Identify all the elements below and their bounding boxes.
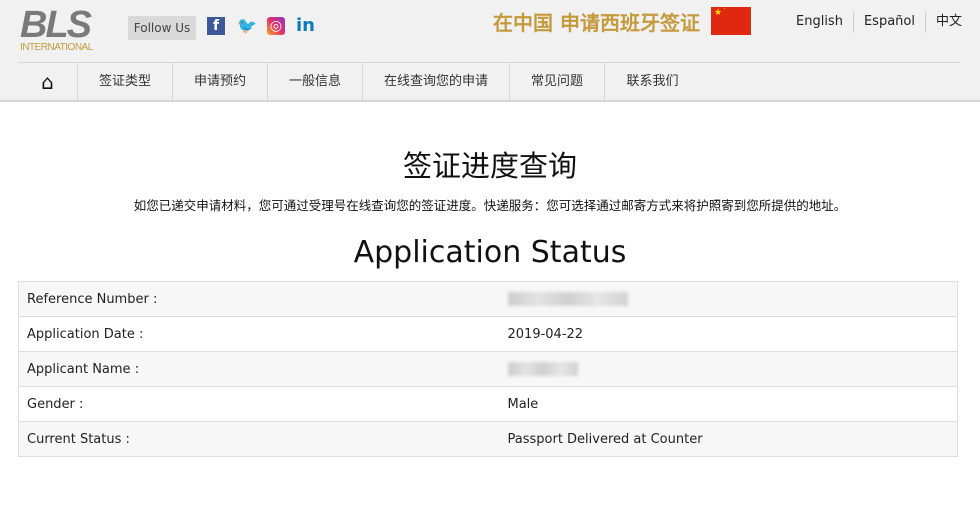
china-flag-icon: ★˙ xyxy=(711,7,751,35)
row-label: Current Status : xyxy=(18,421,508,457)
main-nav: ⌂ 签证类型 申请预约 一般信息 在线查询您的申请 常见问题 联系我们 xyxy=(18,62,960,101)
nav-track-application[interactable]: 在线查询您的申请 xyxy=(363,63,510,101)
nav-contact[interactable]: 联系我们 xyxy=(605,63,700,101)
applicant-name-value xyxy=(507,351,958,387)
table-row: Applicant Name : xyxy=(18,351,958,387)
nav-appointment[interactable]: 申请预约 xyxy=(173,63,268,101)
lang-espanol[interactable]: Español xyxy=(852,11,925,33)
reference-number-value xyxy=(507,281,958,317)
header: BLS INTERNATIONAL Follow Us f 🐦 ◎ in 在中国… xyxy=(0,0,980,102)
twitter-icon[interactable]: 🐦 xyxy=(237,17,257,35)
table-row: Application Date :2019-04-22 xyxy=(18,316,958,352)
slogan: 在中国 申请西班牙签证 xyxy=(493,11,700,35)
nav-faq[interactable]: 常见问题 xyxy=(510,63,605,101)
row-label: Gender : xyxy=(18,386,508,422)
nav-general-info[interactable]: 一般信息 xyxy=(268,63,363,101)
facebook-icon[interactable]: f xyxy=(207,17,225,35)
table-row: Gender : Male xyxy=(18,386,958,422)
follow-us-label: Follow Us xyxy=(128,16,196,40)
instagram-icon[interactable]: ◎ xyxy=(267,17,285,35)
lang-chinese[interactable]: 中文 xyxy=(924,11,972,33)
current-status-value: Passport Delivered at Counter xyxy=(507,421,958,457)
table-row: Current Status : Passport Delivered at Co… xyxy=(18,421,958,457)
linkedin-icon[interactable]: in xyxy=(296,17,315,35)
application-date-value: 2019-04-22 xyxy=(507,316,958,352)
status-table: Reference Number : Application Date :201… xyxy=(18,281,958,457)
lang-english[interactable]: English xyxy=(786,11,853,33)
redacted-value xyxy=(507,292,628,306)
home-icon[interactable]: ⌂ xyxy=(18,63,78,101)
redacted-value xyxy=(507,362,578,376)
row-label: Reference Number : xyxy=(18,281,508,317)
row-label: Application Date : xyxy=(18,316,508,352)
page-description: 如您已递交申请材料，您可通过受理号在线查询您的签证进度。快递服务：您可选择通过邮… xyxy=(133,198,847,213)
gender-value: Male xyxy=(507,386,958,422)
language-switcher: English Español 中文 xyxy=(786,11,972,33)
page-title: 签证进度查询 xyxy=(402,149,577,183)
row-label: Applicant Name : xyxy=(18,351,508,387)
nav-visa-types[interactable]: 签证类型 xyxy=(78,63,173,101)
status-title: Application Status xyxy=(353,235,627,270)
table-row: Reference Number : xyxy=(18,281,958,317)
bls-logo[interactable]: BLS INTERNATIONAL xyxy=(20,6,102,53)
